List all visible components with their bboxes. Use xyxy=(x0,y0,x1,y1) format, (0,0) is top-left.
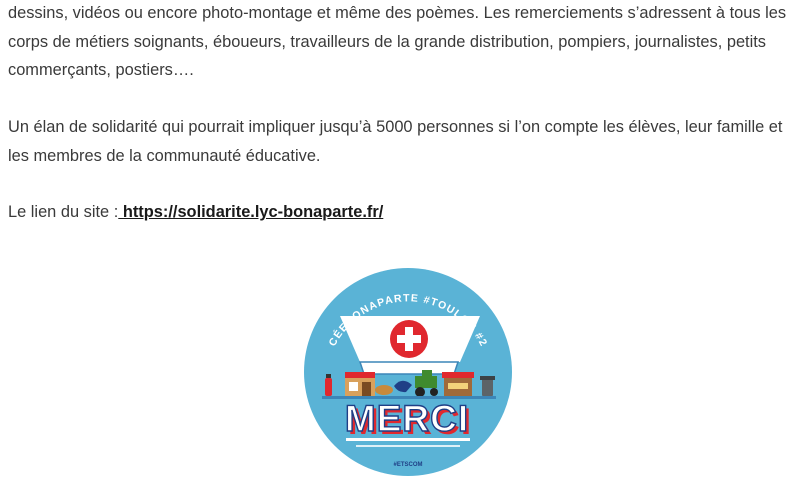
article-paragraph: dessins, vidéos ou encore photo-montage … xyxy=(8,4,787,79)
article-paragraph: Un élan de solidarité qui pourrait impli… xyxy=(8,118,783,165)
fire-extinguisher-icon xyxy=(325,374,332,396)
trash-bin-icon xyxy=(480,376,495,396)
merci-text: MERCI xyxy=(345,398,469,439)
market-stall-icon xyxy=(442,372,474,396)
shop-icon xyxy=(345,372,375,396)
site-link-line: Le lien du site : https://solidarite.lyc… xyxy=(8,198,803,227)
site-link-label: Le lien du site : xyxy=(8,203,119,221)
merci-badge-image: #LYCÉEBONAPARTE #TOULON #2020 xyxy=(302,266,512,476)
article-content: dessins, vidéos ou encore photo-montage … xyxy=(0,0,811,502)
site-link[interactable]: https://solidarite.lyc-bonaparte.fr/ xyxy=(118,203,383,221)
badge-credit: #ETSCOM xyxy=(393,462,422,468)
bread-icon xyxy=(375,385,393,395)
